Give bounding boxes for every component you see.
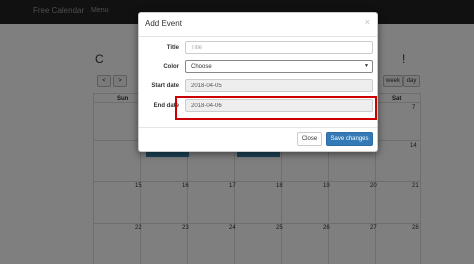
title-label: Title <box>166 45 179 51</box>
end-date-label: End date <box>153 103 179 109</box>
start-date-input[interactable] <box>185 79 373 92</box>
end-date-highlight <box>175 96 377 120</box>
add-event-modal: Add Event × Title Color Choose ▼ Start d… <box>138 12 378 152</box>
color-label: Color <box>163 64 179 70</box>
modal-footer-divider <box>139 127 377 128</box>
close-button[interactable]: Close <box>297 132 322 146</box>
start-date-label: Start date <box>151 83 179 89</box>
save-changes-button[interactable]: Save changes <box>326 132 373 146</box>
chevron-down-icon: ▼ <box>364 63 369 69</box>
modal-header: Add Event × <box>139 13 377 37</box>
title-input[interactable] <box>185 41 373 54</box>
modal-title: Add Event <box>145 19 182 28</box>
color-select-value: Choose <box>191 64 212 70</box>
close-icon[interactable]: × <box>365 17 370 27</box>
color-select[interactable]: Choose ▼ <box>185 60 373 73</box>
